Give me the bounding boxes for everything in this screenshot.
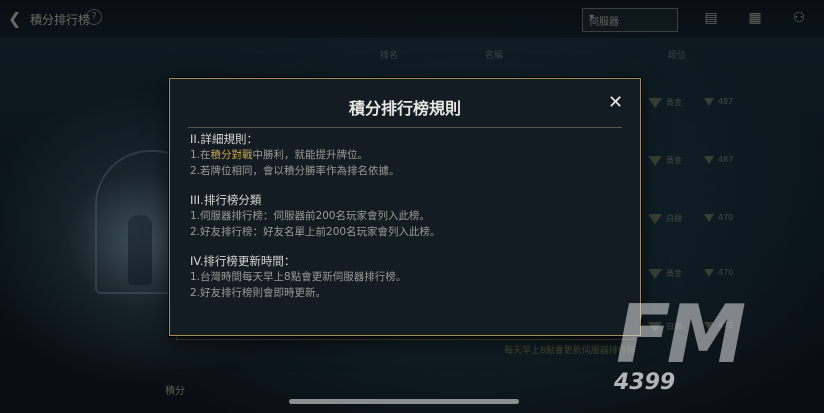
highlight-term: 積分對戰 <box>210 149 253 161</box>
rule-line: 1.台灣時間每天早上8點會更新伺服器排行榜。 <box>190 271 407 283</box>
rules-content: II.詳細規則： 1.在積分對戰中勝利，就能提升牌位。 2.若牌位相同，會以積分… <box>190 131 620 301</box>
title-divider <box>188 127 622 128</box>
home-indicator[interactable] <box>289 399 519 404</box>
close-icon[interactable]: ✕ <box>608 93 623 113</box>
watermark-logo: FM 4399 <box>614 288 746 395</box>
rule-line: 2.好友排行榜則會即時更新。 <box>190 287 327 299</box>
section-title: II.詳細規則： <box>190 132 258 146</box>
rule-line: 1.伺服器排行榜：伺服器前200名玩家會列入此榜。 <box>190 210 431 222</box>
rule-line: 2.好友排行榜：好友名單上前200名玩家會列入此榜。 <box>190 226 441 238</box>
rule-line: 2.若牌位相同，會以積分勝率作為排名依據。 <box>190 165 400 177</box>
rule-line: 1.在積分對戰中勝利，就能提升牌位。 <box>190 149 369 161</box>
dialog-title: 積分排行榜規則 <box>348 99 461 118</box>
section-title: IV.排行榜更新時間： <box>190 254 296 268</box>
section-title: III.排行榜分類 <box>190 193 262 207</box>
rules-dialog: 積分排行榜規則 ✕ II.詳細規則： 1.在積分對戰中勝利，就能提升牌位。 2.… <box>169 78 641 336</box>
